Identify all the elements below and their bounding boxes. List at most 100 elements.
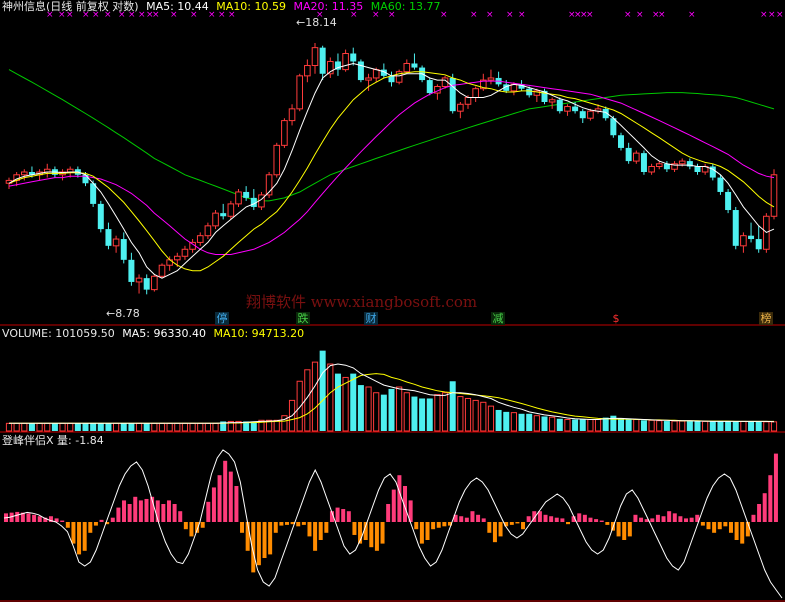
candlestick [694,163,701,175]
indicator-bar [768,475,773,522]
indicator-bar [740,522,745,544]
candle-body [128,259,135,282]
candle-body [143,278,150,290]
volume-bar [151,422,158,432]
indicator-bar [318,522,323,540]
indicator-line [3,449,783,599]
candlestick [740,232,747,253]
candlestick [296,73,303,112]
candle-body [304,65,311,77]
candle-body [648,166,655,173]
indicator-bar [419,522,424,544]
volume-bar [725,421,732,431]
indicator-bar [650,518,655,522]
candlestick [166,256,173,271]
event-tag-reduce[interactable]: 减 [491,312,505,325]
event-tag-drop[interactable]: 跌 [296,312,310,325]
volume-bar [671,420,678,432]
volume-chart [5,350,778,432]
indicator-bar [397,475,402,522]
indicator-bar [88,522,93,533]
candlestick [732,206,739,250]
indicator-bar [301,522,306,525]
candlestick [43,163,51,178]
candlestick [288,104,296,126]
indicator-bar [762,493,767,522]
indicator-bar [77,522,82,555]
indicator-bar [470,511,475,522]
indicator-bar [554,517,559,522]
candle-body [21,171,28,176]
indicator-bar [543,514,548,522]
event-tag-dollar[interactable]: $ [609,312,623,325]
candlestick [327,57,334,78]
volume-bar [419,398,426,431]
candlestick [59,169,66,181]
event-tag-halt[interactable]: 停 [215,312,229,325]
indicator-bar [374,522,379,551]
volume-bar [594,419,602,432]
signal-marker-icon: × [506,10,514,20]
indicator-bar [206,501,211,522]
candle-body [365,77,372,81]
candlestick [548,97,556,109]
candlestick [250,189,257,211]
volume-bar [327,363,334,432]
volume-bar [13,422,20,432]
volume-bar [59,422,66,432]
indicator-bar [639,517,644,522]
indicator-bar [436,522,441,528]
candle-body [158,264,166,277]
indicator-bar [99,519,104,522]
high-price-label: 18.14 [305,16,337,29]
indicator-bar [256,522,261,566]
indicator-bar [526,516,531,522]
candlestick [181,245,189,260]
event-tag-finance[interactable]: 财 [364,312,378,325]
candlestick [143,274,150,295]
candle-body [196,235,204,243]
low-arrow-icon: ← [106,307,116,320]
volume-bar [113,422,120,432]
indicator-bar [605,522,610,525]
indicator-bar [487,522,492,533]
candle-body [220,213,227,217]
stock-title: 神州信息(日线 前复权 对数) [2,0,139,13]
candlestick [304,59,311,83]
indicator-bar [706,522,711,530]
candlestick [220,203,227,220]
candlestick [411,53,418,70]
indicator-bar [161,504,166,522]
volume-bar [487,405,495,432]
indicator-bar [717,522,722,530]
indicator-bar [71,522,76,544]
volume-bar [702,420,709,432]
candle-body [625,147,632,162]
candlestick [212,210,219,230]
candlestick [625,142,632,164]
volume-bar [174,422,181,432]
indicator-bar [566,522,570,525]
indicator-bar [712,522,717,533]
volume-bar [434,394,441,432]
candlestick [350,47,357,66]
candlestick [90,180,97,207]
indicator-bar [655,514,660,522]
indicator-header: 登峰伴侣X 量: -1.84 [2,434,104,447]
volume-bar [755,421,762,431]
ma20-value: MA20: 11.35 [293,0,364,13]
candle-body [694,166,701,172]
indicator-bar [65,522,70,528]
indicator-bar [459,516,464,522]
candlestick [671,161,678,172]
candle-body [235,191,242,205]
candlestick [472,86,479,103]
indicator-bar [689,517,694,522]
indicator-bar [734,522,739,540]
candle-body [640,153,647,172]
event-tag-rank[interactable]: 榜 [759,312,773,325]
volume-bar [503,411,510,431]
candle-body [725,191,732,211]
candlestick [426,77,433,96]
candle-body [487,77,495,81]
